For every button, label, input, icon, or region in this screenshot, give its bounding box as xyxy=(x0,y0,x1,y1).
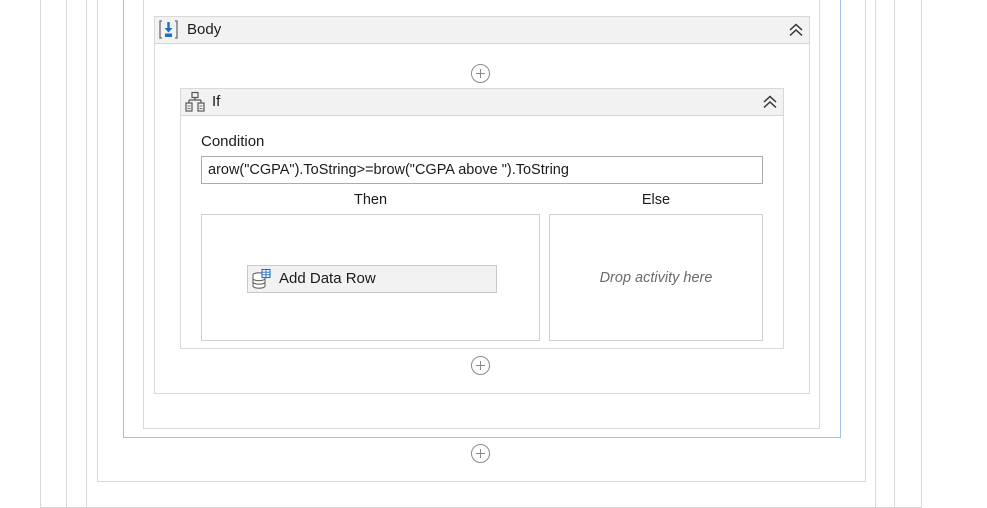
then-branch[interactable]: Add Data Row xyxy=(201,214,540,341)
else-drop-placeholder: Drop activity here xyxy=(599,270,713,286)
add-data-row-label: Add Data Row xyxy=(279,270,376,287)
if-branch-icon xyxy=(184,91,206,113)
add-data-row-activity[interactable]: Add Data Row xyxy=(247,265,497,293)
add-data-row-icon xyxy=(250,268,272,290)
double-chevron-up-icon[interactable] xyxy=(787,21,805,39)
double-chevron-up-icon[interactable] xyxy=(761,93,779,111)
then-label: Then xyxy=(353,192,388,208)
body-title: Body xyxy=(187,21,222,38)
add-activity-plus-icon[interactable] xyxy=(471,64,490,83)
if-title: If xyxy=(212,93,221,110)
body-header[interactable]: Body xyxy=(155,17,809,44)
else-branch[interactable]: Drop activity here xyxy=(549,214,763,341)
add-activity-plus-icon[interactable] xyxy=(471,356,490,375)
add-activity-plus-icon[interactable] xyxy=(471,444,490,463)
else-label: Else xyxy=(641,192,671,208)
if-header[interactable]: If xyxy=(181,89,783,116)
body-sequence-icon xyxy=(158,19,179,40)
condition-input[interactable]: arow("CGPA").ToString>=brow("CGPA above … xyxy=(201,156,763,184)
condition-label: Condition xyxy=(201,133,265,150)
if-activity[interactable]: If Condition arow("CGPA").ToString>=brow… xyxy=(180,88,784,349)
